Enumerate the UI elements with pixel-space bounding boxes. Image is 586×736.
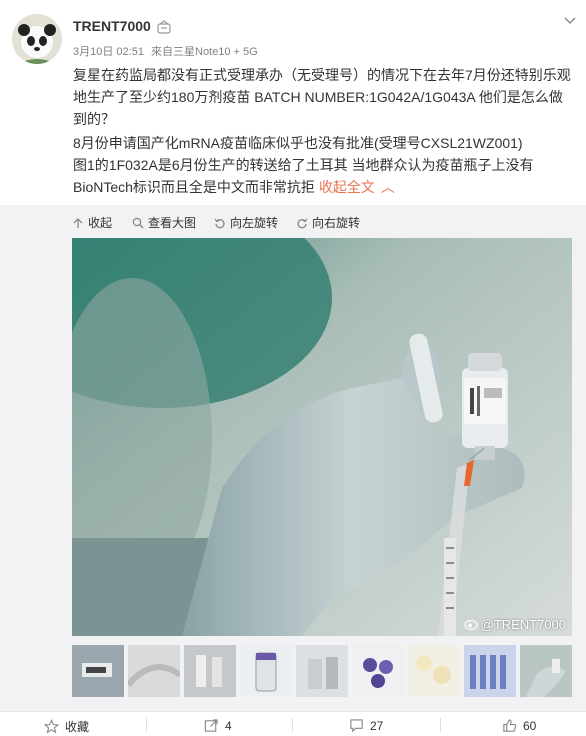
arrow-up-icon — [73, 217, 83, 228]
thumbs-up-icon — [503, 719, 517, 732]
post-timestamp[interactable]: 3月10日 02:51 — [73, 46, 144, 58]
verified-badge-icon[interactable] — [157, 20, 171, 34]
rotate-left-button[interactable]: 向左旋转 — [214, 214, 278, 231]
comment-count: 27 — [370, 718, 384, 733]
divider — [146, 718, 147, 732]
forward-count: 4 — [225, 718, 232, 733]
magnifier-icon — [132, 217, 144, 228]
like-count: 60 — [523, 718, 537, 733]
collapse-media-label: 收起 — [88, 216, 113, 230]
chevron-down-icon[interactable] — [562, 12, 578, 28]
username[interactable]: TRENT7000 — [73, 18, 151, 34]
rotate-right-label: 向右旋转 — [312, 216, 361, 230]
view-large-button[interactable]: 查看大图 — [132, 214, 196, 231]
post-header: TRENT7000 3月10日 02:51 來自三星Note10 + 5G — [0, 0, 586, 64]
vaccine-vial-photo — [72, 238, 572, 636]
thumbnail-4[interactable] — [240, 645, 292, 697]
collapse-fulltext-link[interactable]: 收起全文 ︿ — [319, 179, 395, 195]
post-paragraph: 8月份申请国产化mRNA疫苗临床似乎也没有批准(受理号CXSL21WZ001) — [73, 135, 523, 151]
rotate-left-icon — [214, 218, 225, 228]
collapse-fulltext-label: 收起全文 — [318, 179, 375, 195]
thumbnail-6[interactable] — [352, 645, 404, 697]
favorite-label: 收藏 — [65, 720, 90, 734]
post-source: 來自三星Note10 + 5G — [151, 46, 258, 58]
post-actions-bar: 收藏 4 27 60 — [0, 711, 586, 736]
comment-icon — [350, 719, 363, 733]
thumbnail-7[interactable] — [408, 645, 460, 697]
rotate-left-label: 向左旋转 — [230, 216, 279, 230]
rotate-right-button[interactable]: 向右旋转 — [296, 214, 360, 231]
share-icon — [204, 719, 218, 732]
media-toolbar: 收起 查看大图 向左旋转 向右旋转 — [0, 205, 586, 238]
rotate-right-icon — [297, 218, 308, 228]
chevron-up-icon: ︿ — [380, 179, 395, 195]
avatar[interactable] — [12, 14, 62, 64]
thumbnail-1[interactable] — [72, 645, 124, 697]
media-viewer: 收起 查看大图 向左旋转 向右旋转 @TRENT7000 — [0, 205, 586, 711]
post-paragraph: 复星在药监局都没有正式受理承办（无受理号）的情况下在去年7月份还特别乐观地生产了… — [73, 67, 571, 127]
post-paragraph: 图1的1F032A是6月份生产的转送给了土耳其 当地群众认为疫苗瓶子上没有Bio… — [73, 154, 573, 198]
post-body: 复星在药监局都没有正式受理承办（无受理号）的情况下在去年7月份还特别乐观地生产了… — [73, 64, 573, 198]
thumbnail-9-active[interactable] — [520, 645, 572, 697]
thumbnail-strip — [72, 645, 576, 699]
photo-watermark: @TRENT7000 — [463, 617, 566, 632]
divider — [440, 718, 441, 732]
like-button[interactable]: 60 — [502, 718, 536, 733]
divider — [292, 718, 293, 732]
thumbnail-5[interactable] — [296, 645, 348, 697]
thumbnail-2[interactable] — [128, 645, 180, 697]
thumbnail-3[interactable] — [184, 645, 236, 697]
star-icon — [44, 719, 59, 734]
view-large-label: 查看大图 — [148, 216, 197, 230]
comment-button[interactable]: 27 — [349, 718, 383, 733]
post-meta: 3月10日 02:51 來自三星Note10 + 5G — [73, 43, 258, 59]
panda-avatar — [12, 14, 62, 64]
weibo-eye-icon — [463, 619, 478, 630]
watermark-text: @TRENT7000 — [480, 617, 566, 632]
forward-button[interactable]: 4 — [204, 718, 232, 733]
thumbnail-8[interactable] — [464, 645, 516, 697]
collapse-media-button[interactable]: 收起 — [72, 214, 112, 231]
favorite-button[interactable]: 收藏 — [44, 718, 89, 735]
post-paragraph-text: 图1的1F032A是6月份生产的转送给了土耳其 当地群众认为疫苗瓶子上没有Bio… — [73, 157, 534, 195]
main-photo[interactable]: @TRENT7000 — [72, 238, 572, 636]
